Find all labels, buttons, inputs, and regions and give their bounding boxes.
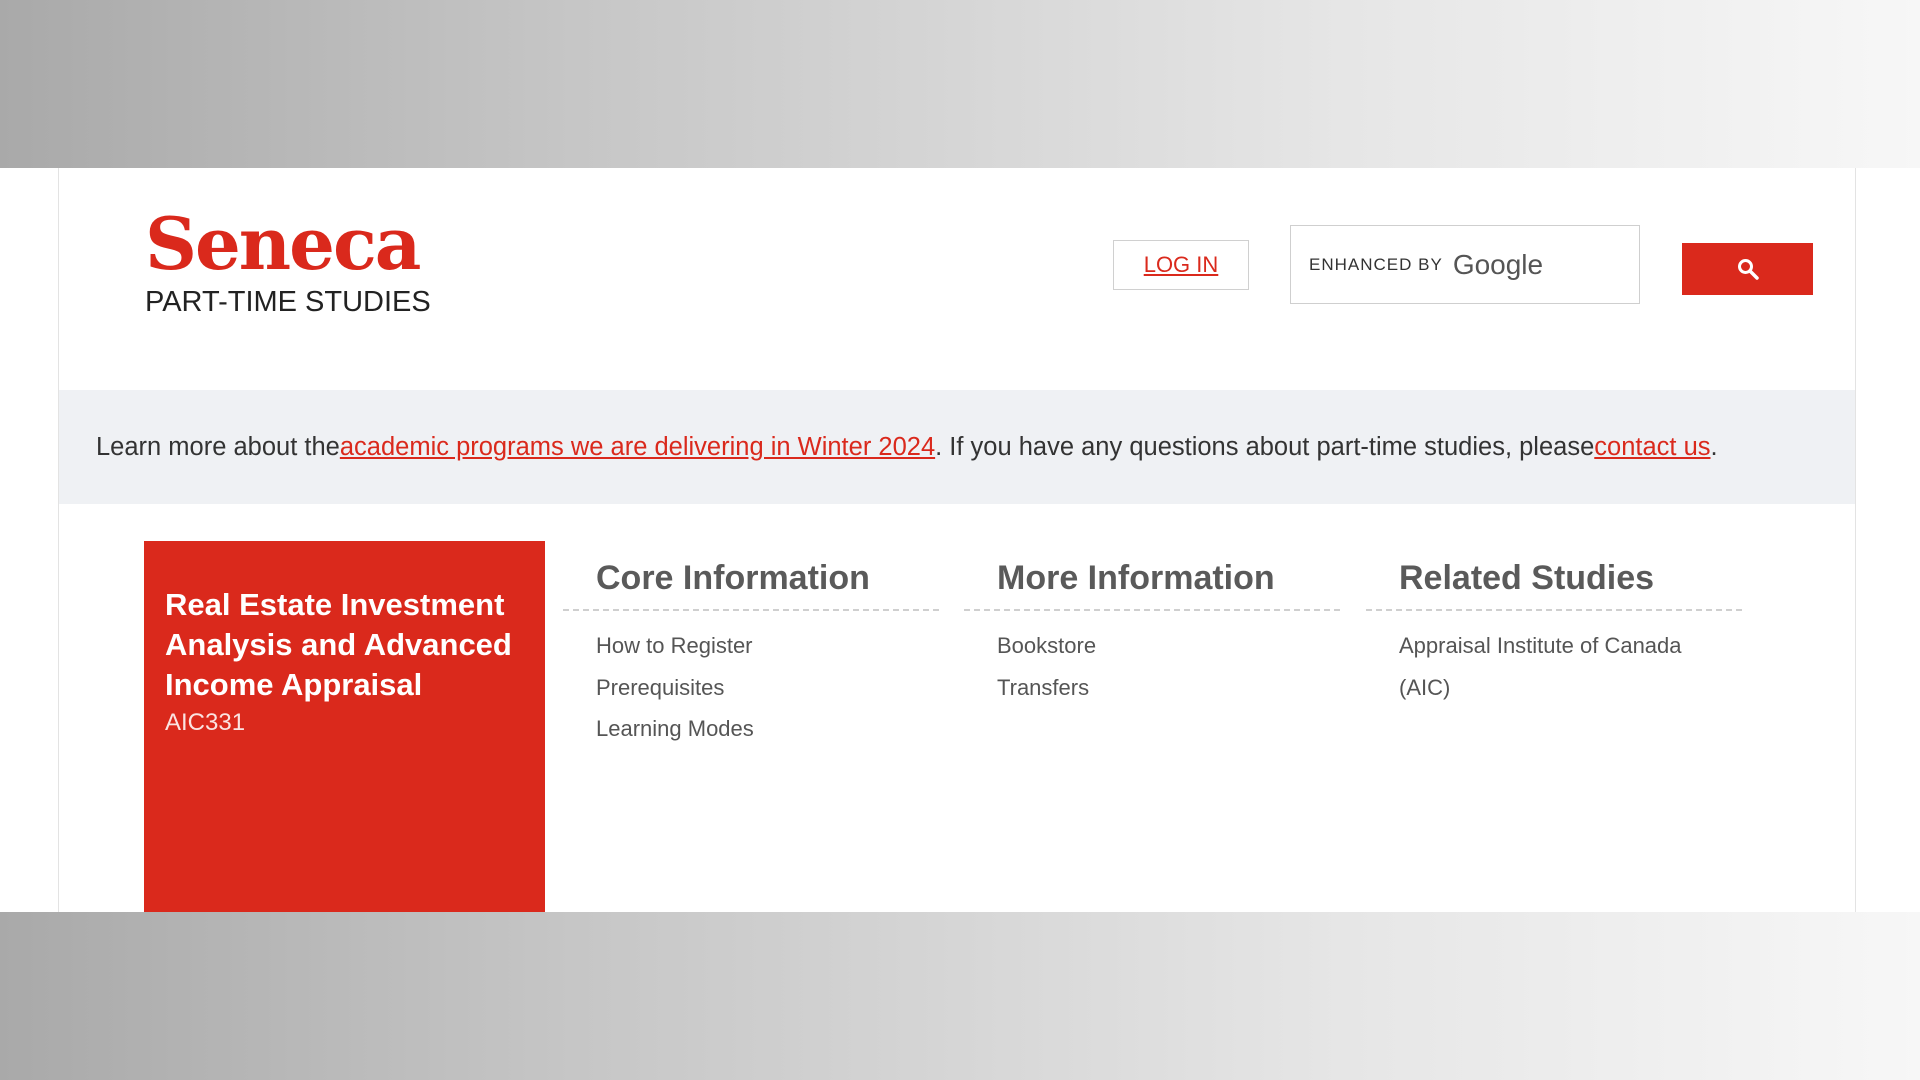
transfers-link[interactable]: Transfers (997, 667, 1340, 709)
page: Seneca PART-TIME STUDIES LOG IN ENHANCED… (0, 168, 1920, 912)
divider (1855, 168, 1856, 912)
logo-wordmark: Seneca (145, 201, 421, 286)
aic-link[interactable]: (AIC) (1399, 667, 1742, 709)
appraisal-institute-link[interactable]: Appraisal Institute of Canada (1399, 625, 1742, 667)
learning-modes-link[interactable]: Learning Modes (596, 708, 939, 750)
more-information-column: More Information Bookstore Transfers (964, 541, 1340, 708)
notice-banner: Learn more about the academic programs w… (59, 390, 1855, 504)
course-code: AIC331 (165, 709, 246, 736)
search-placeholder-brand: Google (1452, 248, 1544, 280)
course-title: Real Estate Investment Analysis and Adva… (165, 587, 512, 702)
column-heading: Core Information (563, 541, 939, 611)
notice-text-middle: . If you have any questions about part-t… (935, 432, 1595, 461)
notice-text-prefix: Learn more about the (96, 432, 340, 461)
seneca-logo[interactable]: Seneca PART-TIME STUDIES (145, 208, 431, 319)
course-card: Real Estate Investment Analysis and Adva… (144, 541, 545, 912)
login-button[interactable]: LOG IN (1113, 240, 1249, 290)
search-placeholder-label: ENHANCED BY (1309, 254, 1443, 274)
notice-text-suffix: . (1710, 432, 1718, 461)
how-to-register-link[interactable]: How to Register (596, 625, 939, 667)
academic-programs-link[interactable]: academic programs we are delivering in W… (340, 433, 935, 462)
logo-subtitle: PART-TIME STUDIES (145, 286, 431, 318)
search-icon (1737, 259, 1759, 280)
site-header: Seneca PART-TIME STUDIES LOG IN ENHANCED… (59, 168, 1855, 390)
column-heading: Related Studies (1366, 541, 1742, 611)
core-information-column: Core Information How to Register Prerequ… (563, 541, 939, 750)
related-studies-column: Related Studies Appraisal Institute of C… (1366, 541, 1742, 708)
prerequisites-link[interactable]: Prerequisites (596, 667, 939, 709)
column-heading: More Information (964, 541, 1340, 611)
search-button[interactable] (1682, 243, 1813, 295)
contact-us-link[interactable]: contact us (1594, 433, 1710, 462)
bookstore-link[interactable]: Bookstore (997, 625, 1340, 667)
search-input[interactable]: ENHANCED BY Google (1290, 225, 1640, 304)
